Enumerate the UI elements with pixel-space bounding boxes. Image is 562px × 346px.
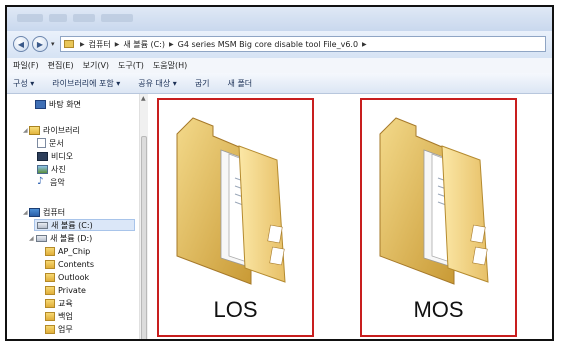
sidebar-scrollbar[interactable]: ▲ xyxy=(139,94,148,339)
recent-pages-dropdown-icon[interactable]: ▾ xyxy=(51,40,55,48)
folder-item-los[interactable]: LOS xyxy=(157,98,314,337)
organize-button[interactable]: 구성 ▾ xyxy=(13,78,34,89)
explorer-window: ◀ ▶ ▾ ▶ 컴퓨터 ▶ 새 볼륨 (C:) ▶ G4 series MSM … xyxy=(5,5,554,341)
folder-icon xyxy=(45,272,55,282)
sidebar-item-folder[interactable]: 업무 xyxy=(45,323,73,335)
sidebar-item-folder[interactable]: Contents xyxy=(45,258,94,270)
chevron-right-icon[interactable]: ▶ xyxy=(80,41,85,48)
breadcrumb-computer[interactable]: 컴퓨터 xyxy=(89,39,111,50)
scrollbar-thumb[interactable] xyxy=(141,136,147,339)
sidebar-item-folder[interactable]: Private xyxy=(45,284,86,296)
picture-icon xyxy=(37,164,48,174)
address-bar[interactable]: ▶ 컴퓨터 ▶ 새 볼륨 (C:) ▶ G4 series MSM Big co… xyxy=(60,36,546,52)
folder-name-label: MOS xyxy=(413,297,464,322)
chevron-right-icon[interactable]: ▶ xyxy=(115,41,120,48)
sidebar-item-pictures[interactable]: 사진 xyxy=(37,163,66,175)
sidebar-item-computer[interactable]: 컴퓨터 xyxy=(29,206,65,218)
large-folder-icon xyxy=(379,117,489,285)
sidebar-item-folder[interactable]: 교육 xyxy=(45,297,73,309)
folder-icon xyxy=(64,40,74,48)
drive-icon xyxy=(37,221,48,229)
sidebar-item-documents[interactable]: 문서 xyxy=(37,137,64,149)
breadcrumb-drive-c[interactable]: 새 볼륨 (C:) xyxy=(123,39,165,50)
new-folder-button[interactable]: 새 폴더 xyxy=(228,78,253,89)
computer-icon xyxy=(29,207,40,217)
sidebar-item-desktop[interactable]: 바탕 화면 xyxy=(35,98,81,110)
collapse-arrow-icon[interactable]: ◢ xyxy=(23,127,28,134)
sidebar-item-music[interactable]: ♪ 음악 xyxy=(37,176,65,188)
command-bar: 구성 ▾ 라이브러리에 포함 ▾ 공유 대상 ▾ 굽기 새 폴더 xyxy=(7,73,552,94)
folder-item-mos[interactable]: MOS xyxy=(360,98,517,337)
folder-icon xyxy=(45,298,55,308)
menu-help[interactable]: 도움말(H) xyxy=(153,60,187,71)
chevron-right-icon[interactable]: ▶ xyxy=(362,41,367,48)
share-with-button[interactable]: 공유 대상 ▾ xyxy=(138,78,177,89)
drive-icon xyxy=(36,234,47,242)
large-folder-icon xyxy=(176,117,286,285)
scroll-up-icon[interactable]: ▲ xyxy=(141,95,146,102)
document-icon xyxy=(37,138,46,148)
folder-icon xyxy=(45,311,55,321)
forward-button[interactable]: ▶ xyxy=(32,36,48,52)
video-icon xyxy=(37,151,48,161)
sidebar-item-libraries[interactable]: 라이브러리 xyxy=(29,124,80,136)
music-note-icon: ♪ xyxy=(37,176,44,187)
chevron-right-icon[interactable]: ▶ xyxy=(169,41,174,48)
sidebar-item-folder[interactable]: AP_Chip xyxy=(45,245,90,257)
sidebar-item-folder[interactable]: Outlook xyxy=(45,271,89,283)
file-list-pane: LOS MOS xyxy=(148,94,552,339)
desktop-icon xyxy=(35,99,46,109)
sidebar-item-videos[interactable]: 비디오 xyxy=(37,150,73,162)
menu-file[interactable]: 파일(F) xyxy=(13,60,39,71)
folder-icon xyxy=(45,246,55,256)
menu-view[interactable]: 보기(V) xyxy=(83,60,109,71)
sidebar-item-drive-d[interactable]: 새 볼륨 (D:) xyxy=(36,232,92,244)
folder-icon xyxy=(45,324,55,334)
folder-icon xyxy=(45,259,55,269)
back-button[interactable]: ◀ xyxy=(13,36,29,52)
menu-bar: 파일(F) 편집(E) 보기(V) 도구(T) 도움말(H) xyxy=(7,58,552,73)
library-icon xyxy=(29,125,40,135)
folder-icon xyxy=(45,285,55,295)
include-in-library-button[interactable]: 라이브러리에 포함 ▾ xyxy=(52,78,120,89)
title-bar xyxy=(7,7,552,31)
folder-name-label: LOS xyxy=(213,297,258,322)
navigation-pane: 바탕 화면 ◢ 라이브러리 문서 비디오 사진 ♪ 음악 ◢ 컴퓨터 새 볼륨 … xyxy=(7,94,148,339)
navigation-bar: ◀ ▶ ▾ ▶ 컴퓨터 ▶ 새 볼륨 (C:) ▶ G4 series MSM … xyxy=(7,31,552,59)
collapse-arrow-icon[interactable]: ◢ xyxy=(23,209,28,216)
sidebar-item-folder[interactable]: 백업 xyxy=(45,310,73,322)
collapse-arrow-icon[interactable]: ◢ xyxy=(29,235,34,242)
sidebar-item-drive-c[interactable]: 새 볼륨 (C:) xyxy=(34,219,135,231)
burn-button[interactable]: 굽기 xyxy=(195,78,210,89)
breadcrumb-current-folder[interactable]: G4 series MSM Big core disable tool File… xyxy=(178,40,358,49)
menu-edit[interactable]: 편집(E) xyxy=(48,60,74,71)
menu-tools[interactable]: 도구(T) xyxy=(118,60,144,71)
